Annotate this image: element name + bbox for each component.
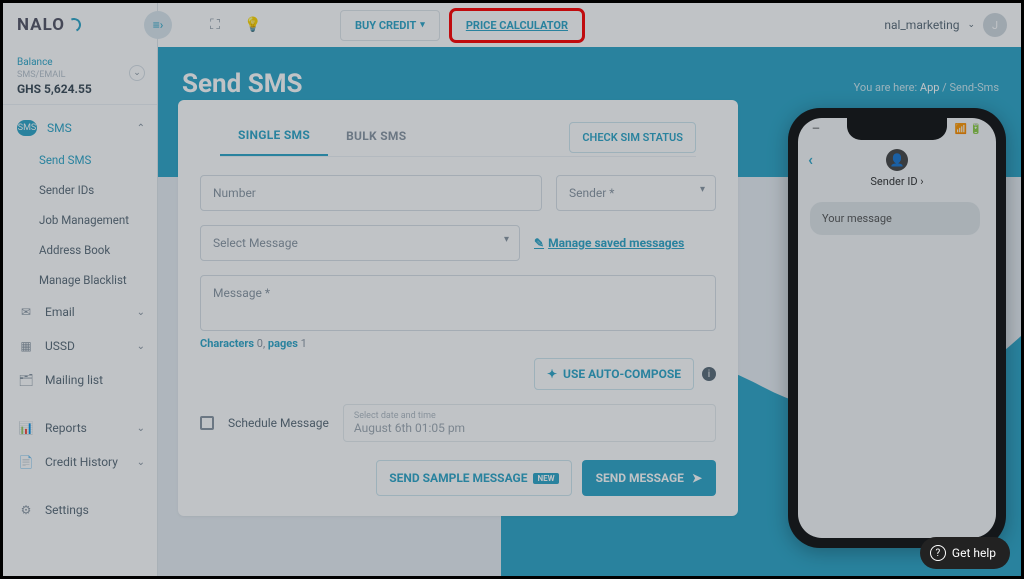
number-field[interactable]: Number xyxy=(200,175,542,211)
send-icon: ➤ xyxy=(692,471,702,485)
avatar: J xyxy=(983,13,1007,37)
nav-sms-children: Send SMS Sender IDs Job Management Addre… xyxy=(3,145,157,295)
sidebar: NALO Balance SMS/EMAIL GHS 5,624.55 ⌄ SM… xyxy=(3,3,158,576)
info-icon[interactable]: i xyxy=(702,367,716,381)
topbar: ≡› ⛶ 💡 BUY CREDIT ▾ PRICE CALCULATOR nal… xyxy=(158,3,1021,47)
balance-widget[interactable]: Balance SMS/EMAIL GHS 5,624.55 ⌄ xyxy=(3,47,157,105)
get-help-button[interactable]: ? Get help xyxy=(920,537,1010,569)
chevron-down-icon: ⌄ xyxy=(137,457,145,468)
phone-sender-label: Sender ID › xyxy=(798,175,996,188)
schedule-datetime-field[interactable]: Select date and time August 6th 01:05 pm xyxy=(343,404,716,442)
bulb-icon[interactable]: 💡 xyxy=(240,12,266,38)
char-counter: Characters 0, pages 1 xyxy=(200,337,716,350)
nav-address-book[interactable]: Address Book xyxy=(39,235,157,265)
chevron-down-icon[interactable]: ⌄ xyxy=(129,65,145,81)
logo-arc-icon xyxy=(65,16,83,34)
reports-icon: 📊 xyxy=(17,420,35,436)
nav-mailing-list[interactable]: 🗂 Mailing list xyxy=(3,363,157,397)
question-icon: ? xyxy=(930,545,946,561)
sidebar-collapse-button[interactable]: ≡› xyxy=(144,11,172,39)
contact-icon: 👤 xyxy=(886,149,908,171)
nav-settings-label: Settings xyxy=(45,503,89,517)
breadcrumb: You are here: App / Send-Sms xyxy=(854,81,999,94)
nav-reports-label: Reports xyxy=(45,421,87,435)
buy-credit-label: BUY CREDIT xyxy=(355,19,416,32)
sparkle-icon: ✦ xyxy=(547,367,557,381)
manage-saved-messages-link[interactable]: ✎ Manage saved messages xyxy=(534,225,684,261)
sender-select[interactable]: Sender * xyxy=(556,175,716,211)
nav-send-sms[interactable]: Send SMS xyxy=(39,145,157,175)
send-sample-label: SEND SAMPLE MESSAGE xyxy=(389,471,527,485)
help-label: Get help xyxy=(952,546,996,560)
nav-sender-ids[interactable]: Sender IDs xyxy=(39,175,157,205)
chevron-down-icon: ⌄ xyxy=(137,307,145,318)
auto-compose-label: USE AUTO-COMPOSE xyxy=(563,367,681,381)
chevron-down-icon: ⌄ xyxy=(137,423,145,434)
price-calculator-button[interactable]: PRICE CALCULATOR xyxy=(452,11,582,40)
send-message-label: SEND MESSAGE xyxy=(596,471,684,485)
nav-credit-history[interactable]: 📄 Credit History ⌄ xyxy=(3,445,157,479)
auto-compose-button[interactable]: ✦ USE AUTO-COMPOSE xyxy=(534,358,694,390)
schedule-value: August 6th 01:05 pm xyxy=(354,421,705,435)
buy-credit-button[interactable]: BUY CREDIT ▾ xyxy=(340,10,440,41)
brand-text: NALO xyxy=(17,15,65,35)
chevron-down-icon: ⌄ xyxy=(967,20,975,30)
crumb-prefix: You are here: xyxy=(854,81,918,94)
tab-bulk-sms[interactable]: BULK SMS xyxy=(328,119,424,155)
logo: NALO xyxy=(3,3,157,47)
edit-icon: ✎ xyxy=(534,236,544,250)
nav-email-label: Email xyxy=(45,305,75,319)
sms-form-card: SINGLE SMS BULK SMS CHECK SIM STATUS Num… xyxy=(178,100,738,516)
balance-sublabel: SMS/EMAIL xyxy=(17,70,143,80)
crumb-page: Send-Sms xyxy=(949,81,999,94)
phone-message-bubble: Your message xyxy=(810,202,980,235)
nav-ussd[interactable]: ▦ USSD ⌄ xyxy=(3,329,157,363)
nav-sms-label: SMS xyxy=(47,121,72,135)
pages-label: pages xyxy=(268,337,298,350)
phone-preview: —📶 🔋 ‹ 👤 Sender ID › Your message xyxy=(788,108,1006,548)
nav-email[interactable]: ✉ Email ⌄ xyxy=(3,295,157,329)
nav-reports[interactable]: 📊 Reports ⌄ xyxy=(3,411,157,445)
balance-label: Balance xyxy=(17,57,143,68)
schedule-label: Schedule Message xyxy=(228,416,329,430)
new-badge: NEW xyxy=(533,473,558,484)
nav: SMS SMS ⌃ Send SMS Sender IDs Job Manage… xyxy=(3,105,157,576)
pages-value: 1 xyxy=(301,337,307,350)
chars-label: Characters xyxy=(200,337,254,350)
username: nal_marketing xyxy=(884,18,959,32)
phone-notch xyxy=(847,118,947,140)
check-sim-status-button[interactable]: CHECK SIM STATUS xyxy=(569,122,696,153)
tabs: SINGLE SMS BULK SMS CHECK SIM STATUS xyxy=(220,118,696,157)
chars-value: 0, xyxy=(257,337,265,350)
crumb-app[interactable]: App xyxy=(920,81,940,94)
chevron-up-icon: ⌃ xyxy=(137,123,145,134)
chevron-down-icon: ▾ xyxy=(420,20,425,30)
send-sample-button[interactable]: SEND SAMPLE MESSAGE NEW xyxy=(376,460,571,496)
balance-amount: GHS 5,624.55 xyxy=(17,82,143,96)
email-icon: ✉ xyxy=(17,304,35,320)
nav-settings[interactable]: ⚙ Settings xyxy=(3,493,157,527)
sms-icon: SMS xyxy=(17,120,37,136)
nav-ussd-label: USSD xyxy=(45,339,75,353)
tab-single-sms[interactable]: SINGLE SMS xyxy=(220,118,328,156)
fullscreen-icon[interactable]: ⛶ xyxy=(202,12,228,38)
user-menu[interactable]: nal_marketing ⌄ J xyxy=(884,13,1007,37)
ussd-icon: ▦ xyxy=(17,338,35,354)
send-message-button[interactable]: SEND MESSAGE ➤ xyxy=(582,460,716,496)
credit-icon: 📄 xyxy=(17,454,35,470)
schedule-checkbox[interactable] xyxy=(200,416,214,430)
manage-link-label: Manage saved messages xyxy=(548,236,684,250)
nav-manage-blacklist[interactable]: Manage Blacklist xyxy=(39,265,157,295)
schedule-hint: Select date and time xyxy=(354,411,705,421)
phone-back-icon: ‹ xyxy=(808,150,813,169)
mailing-icon: 🗂 xyxy=(17,372,35,388)
nav-mailing-label: Mailing list xyxy=(45,373,103,387)
nav-sms[interactable]: SMS SMS ⌃ xyxy=(3,111,157,145)
gear-icon: ⚙ xyxy=(17,502,35,518)
chevron-down-icon: ⌄ xyxy=(137,341,145,352)
nav-credit-label: Credit History xyxy=(45,455,118,469)
nav-job-management[interactable]: Job Management xyxy=(39,205,157,235)
message-textarea[interactable]: Message * xyxy=(200,275,716,331)
select-message-dropdown[interactable]: Select Message xyxy=(200,225,520,261)
